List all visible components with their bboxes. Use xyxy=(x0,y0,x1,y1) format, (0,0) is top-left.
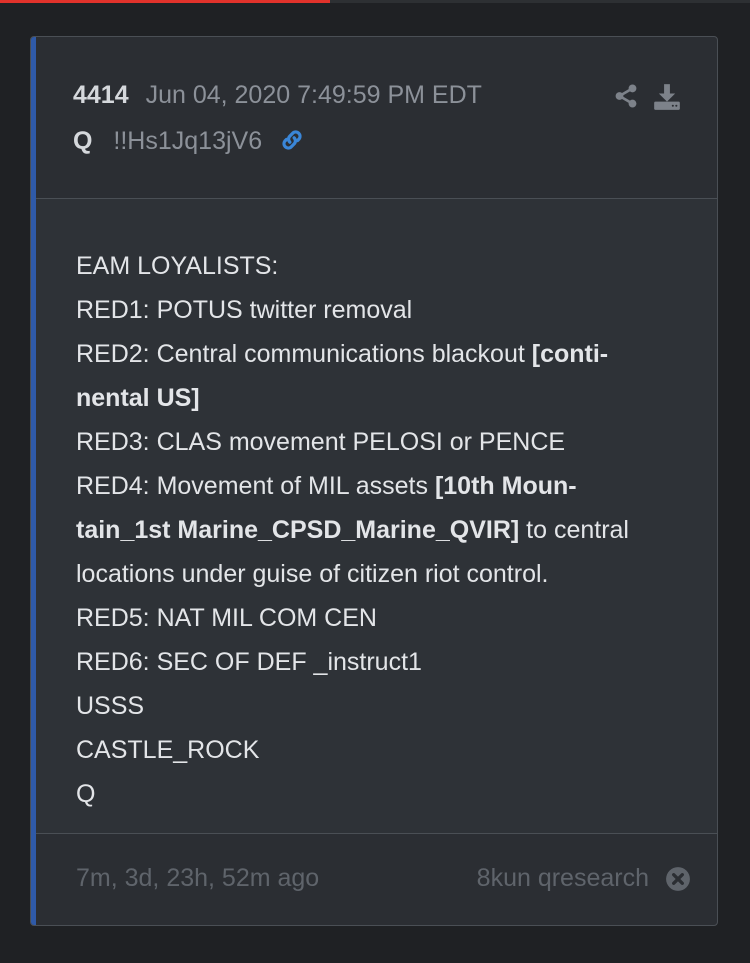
post-card: 4414 Jun 04, 2020 7:49:59 PM EDT Q !!Hs1… xyxy=(30,36,718,926)
download-icon[interactable] xyxy=(653,83,681,116)
post-body: EAM LOYALISTS: RED1: POTUS twitter remov… xyxy=(36,199,717,834)
time-ago: 7m, 3d, 23h, 52m ago xyxy=(76,864,320,892)
message-line: RED2: Central communications blackout [c… xyxy=(76,340,609,368)
message-line: tain_1st Marine_CPSD_Marine_QVIR] to cen… xyxy=(76,516,629,544)
loading-progress-fill xyxy=(0,0,330,3)
post-author: Q !!Hs1Jq13jV6 xyxy=(73,127,305,160)
close-icon[interactable] xyxy=(665,866,691,897)
author-tripcode: !!Hs1Jq13jV6 xyxy=(113,127,263,155)
message-line: locations under guise of citizen riot co… xyxy=(76,560,549,588)
message-line: RED5: NAT MIL COM CEN xyxy=(76,604,377,632)
post-message: EAM LOYALISTS: RED1: POTUS twitter remov… xyxy=(76,244,676,816)
message-line: RED6: SEC OF DEF _instruct1 xyxy=(76,648,422,676)
message-line: RED3: CLAS movement PELOSI or PENCE xyxy=(76,428,566,456)
message-line: EAM LOYALISTS: xyxy=(76,252,279,280)
message-line: CASTLE_ROCK xyxy=(76,736,260,764)
message-line: RED4: Movement of MIL assets [10th Moun- xyxy=(76,472,577,500)
post-footer: 7m, 3d, 23h, 52m ago 8kun qresearch xyxy=(36,834,717,925)
post-actions xyxy=(613,83,681,116)
post-source[interactable]: 8kun qresearch xyxy=(477,864,649,893)
post-number: 4414 xyxy=(73,81,129,109)
post-meta: 4414 Jun 04, 2020 7:49:59 PM EDT xyxy=(73,81,482,110)
post-timestamp: Jun 04, 2020 7:49:59 PM EDT xyxy=(145,81,482,109)
message-line: USSS xyxy=(76,692,145,720)
top-loading-bar xyxy=(0,0,750,3)
post-header: 4414 Jun 04, 2020 7:49:59 PM EDT Q !!Hs1… xyxy=(36,37,717,199)
message-line: nental US] xyxy=(76,384,200,412)
message-line: RED1: POTUS twitter removal xyxy=(76,296,413,324)
author-name: Q xyxy=(73,127,93,155)
share-icon[interactable] xyxy=(613,83,639,116)
link-icon[interactable] xyxy=(279,127,305,160)
message-line: Q xyxy=(76,780,96,808)
